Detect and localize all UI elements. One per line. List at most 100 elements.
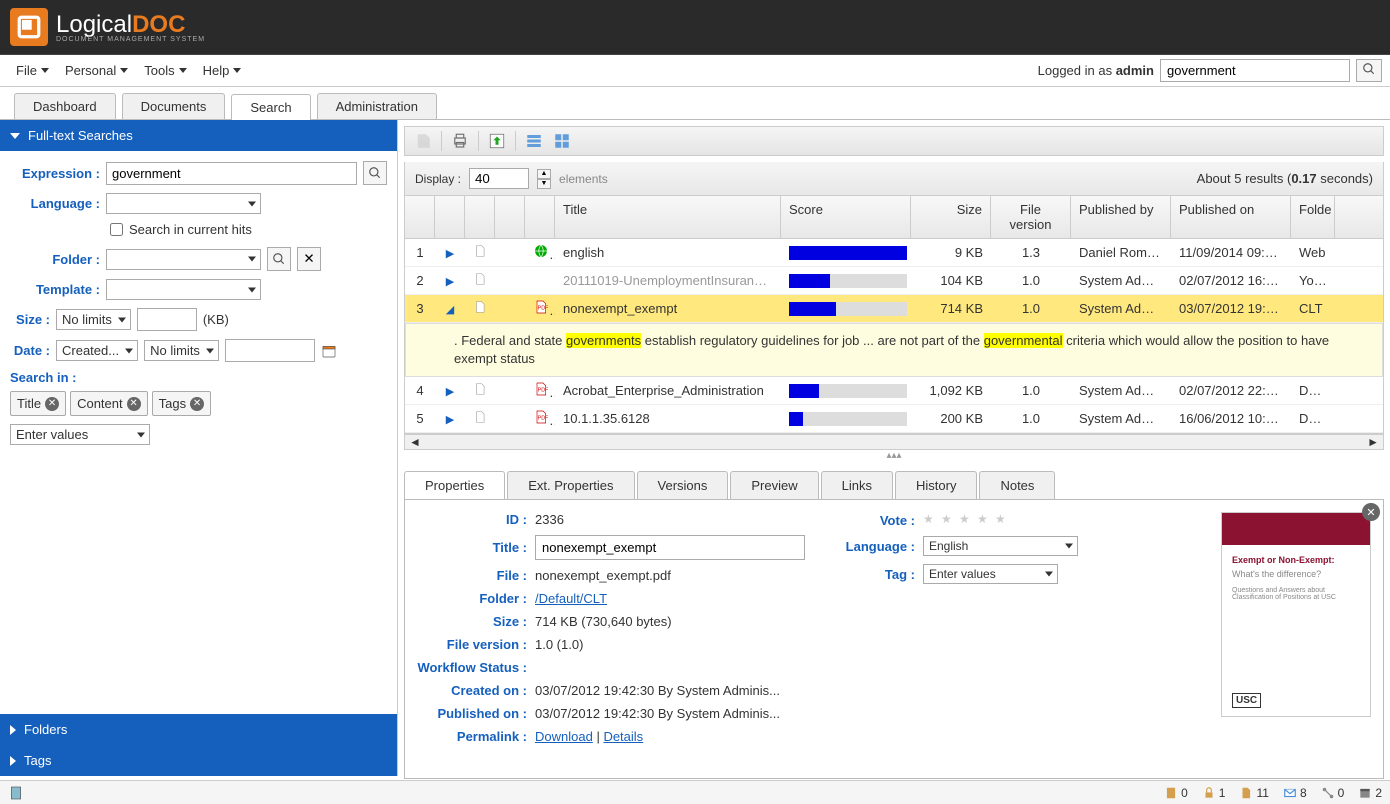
detail-tab-extproperties[interactable]: Ext. Properties	[507, 471, 634, 499]
col-publishedby-header[interactable]: Published by	[1071, 196, 1171, 238]
menubar: File Personal Tools Help Logged in as ad…	[0, 55, 1390, 87]
list-view-icon[interactable]	[524, 131, 544, 151]
vote-stars[interactable]: ★★★★★	[923, 512, 1011, 528]
table-row[interactable]: 1▶english9 KB1.3Daniel Romero11/09/2014 …	[405, 239, 1383, 267]
language-select[interactable]	[106, 193, 261, 214]
thumbnail-close-button[interactable]: ✕	[1362, 503, 1380, 521]
col-size-header[interactable]: Size	[911, 196, 991, 238]
global-search-input[interactable]	[1160, 59, 1350, 82]
tab-documents[interactable]: Documents	[122, 93, 226, 119]
table-row[interactable]: 2▶20111019-UnemploymentInsurance,n...104…	[405, 267, 1383, 295]
doc-language-select[interactable]: English	[923, 536, 1078, 556]
enter-values-select[interactable]: Enter values	[10, 424, 150, 445]
size-input[interactable]	[137, 308, 197, 331]
print-icon[interactable]	[450, 131, 470, 151]
display-count-input[interactable]	[469, 168, 529, 189]
thumb-subtitle: What's the difference?	[1232, 569, 1360, 579]
doc-tag-select[interactable]: Enter values	[923, 564, 1058, 584]
template-select[interactable]	[106, 279, 261, 300]
size-select[interactable]: No limits	[56, 309, 131, 330]
global-search-button[interactable]	[1356, 59, 1382, 82]
tab-dashboard[interactable]: Dashboard	[14, 93, 116, 119]
status-checked-out[interactable]: 11	[1239, 786, 1268, 800]
page-icon[interactable]	[8, 785, 24, 801]
accordion-fulltext-searches[interactable]: Full-text Searches	[0, 120, 397, 151]
search-icon	[272, 252, 286, 266]
star-icon[interactable]: ★	[923, 512, 939, 528]
tab-administration[interactable]: Administration	[317, 93, 437, 119]
horizontal-scrollbar[interactable]: ◄ ►	[404, 434, 1384, 450]
table-row[interactable]: 3◢PDFnonexempt_exempt714 KB1.0System Adm…	[405, 295, 1383, 323]
col-score-header[interactable]: Score	[781, 196, 911, 238]
download-link[interactable]: Download	[535, 729, 593, 744]
menu-personal[interactable]: Personal	[57, 59, 136, 82]
expand-toggle[interactable]: ▶	[446, 386, 454, 398]
folder-clear-button[interactable]: ✕	[297, 247, 321, 271]
status-messages[interactable]: 8	[1283, 786, 1307, 800]
accordion-tags[interactable]: Tags	[0, 745, 397, 776]
status-workflow[interactable]: 0	[1321, 786, 1345, 800]
star-icon[interactable]: ★	[977, 512, 993, 528]
spinner-down-button[interactable]: ▼	[537, 179, 551, 189]
status-events[interactable]: 2	[1358, 786, 1382, 800]
col-fileversion-header[interactable]: File version	[991, 196, 1071, 238]
star-icon[interactable]: ★	[995, 512, 1011, 528]
size-label: Size :	[417, 614, 527, 629]
save-icon[interactable]	[413, 131, 433, 151]
accordion-folders[interactable]: Folders	[0, 714, 397, 745]
menu-help[interactable]: Help	[195, 59, 250, 82]
app-logo: LogicalDOC DOCUMENT MANAGEMENT SYSTEM	[10, 8, 205, 46]
folder-browse-button[interactable]	[267, 247, 291, 271]
detail-tab-preview[interactable]: Preview	[730, 471, 818, 499]
spinner-up-button[interactable]: ▲	[537, 169, 551, 179]
expand-toggle[interactable]: ▶	[446, 276, 454, 288]
date-range-select[interactable]: No limits	[144, 340, 219, 361]
detail-tab-properties[interactable]: Properties	[404, 471, 505, 499]
status-clipboard[interactable]: 0	[1164, 786, 1188, 800]
publishedby-cell: System Admini...	[1071, 269, 1171, 292]
detail-tab-versions[interactable]: Versions	[637, 471, 729, 499]
date-type-select[interactable]: Created...	[56, 340, 138, 361]
detail-tab-links[interactable]: Links	[821, 471, 893, 499]
menu-tools[interactable]: Tools	[136, 59, 194, 82]
star-icon[interactable]: ★	[941, 512, 957, 528]
publishedon-cell: 16/06/2012 10:49:41	[1171, 407, 1291, 430]
menu-file[interactable]: File	[8, 59, 57, 82]
col-title-header[interactable]: Title	[555, 196, 781, 238]
status-locked[interactable]: 1	[1202, 786, 1226, 800]
chip-remove-button[interactable]: ✕	[45, 397, 59, 411]
sidebar: Full-text Searches Expression : Language…	[0, 120, 398, 776]
date-input[interactable]	[225, 339, 315, 362]
table-row[interactable]: 4▶PDFAcrobat_Enterprise_Administration1,…	[405, 377, 1383, 405]
details-link[interactable]: Details	[603, 729, 643, 744]
expand-toggle[interactable]: ▶	[446, 248, 454, 260]
chip-remove-button[interactable]: ✕	[190, 397, 204, 411]
table-row[interactable]: 5▶PDF10.1.1.35.6128200 KB1.0System Admin…	[405, 405, 1383, 433]
col-folder-header[interactable]: Folde	[1291, 196, 1335, 238]
detail-tabs: Properties Ext. Properties Versions Prev…	[404, 471, 1384, 499]
folder-link[interactable]: /Default/CLT	[535, 591, 607, 606]
expand-toggle[interactable]: ▶	[446, 414, 454, 426]
expand-toggle[interactable]: ◢	[446, 304, 454, 316]
splitter-handle[interactable]: ▴▴▴	[398, 450, 1390, 461]
title-cell: 10.1.1.35.6128	[555, 407, 781, 430]
tab-search[interactable]: Search	[231, 94, 310, 120]
search-current-hits-label: Search in current hits	[129, 222, 252, 237]
detail-tab-notes[interactable]: Notes	[979, 471, 1055, 499]
star-icon[interactable]: ★	[959, 512, 975, 528]
search-current-hits-checkbox[interactable]	[110, 223, 123, 236]
col-publishedon-header[interactable]: Published on	[1171, 196, 1291, 238]
createdon-value: 03/07/2012 19:42:30 By System Adminis...	[535, 683, 780, 698]
chevron-down-icon	[125, 348, 133, 353]
expression-input[interactable]	[106, 162, 357, 185]
calendar-icon[interactable]	[321, 343, 337, 359]
folder-select[interactable]	[106, 249, 261, 270]
scroll-right-icon[interactable]: ►	[1367, 435, 1379, 449]
chip-remove-button[interactable]: ✕	[127, 397, 141, 411]
expression-search-button[interactable]	[363, 161, 387, 185]
grid-view-icon[interactable]	[552, 131, 572, 151]
scroll-left-icon[interactable]: ◄	[409, 435, 421, 449]
title-input[interactable]	[535, 535, 805, 560]
export-icon[interactable]	[487, 131, 507, 151]
detail-tab-history[interactable]: History	[895, 471, 977, 499]
